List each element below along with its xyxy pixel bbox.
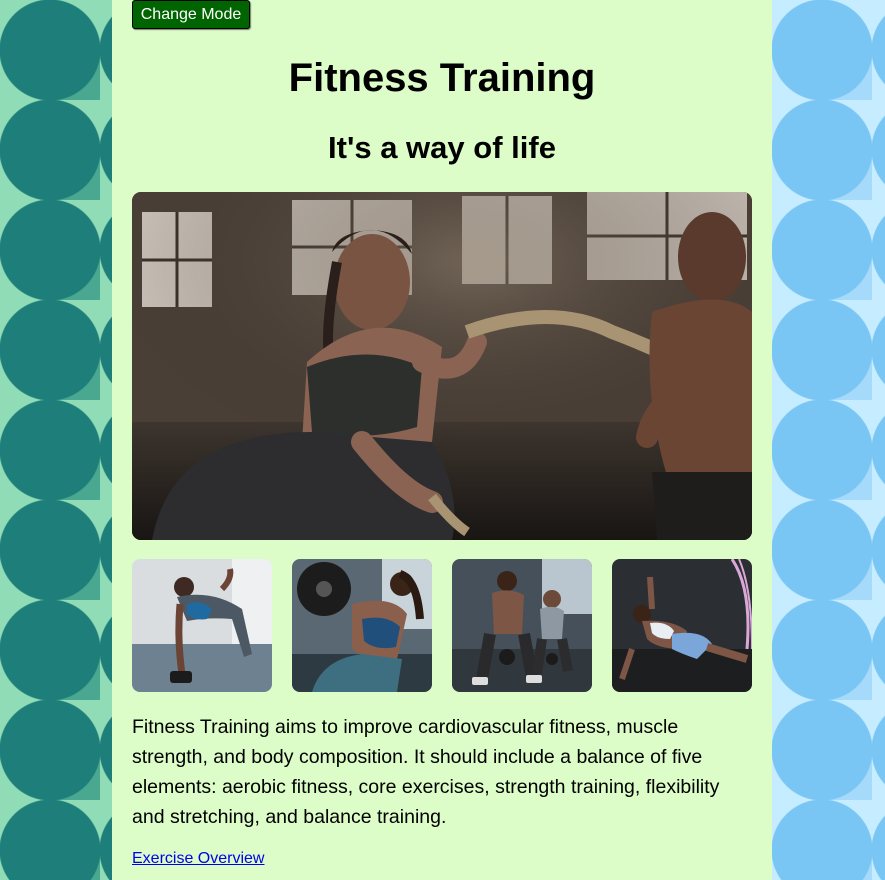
change-mode-button[interactable]: Change Mode [132,0,250,29]
woman-battle-ropes-photo [132,192,752,540]
kettlebell-swing-photo [452,559,592,692]
page-title: Fitness Training [288,56,596,100]
left-scale-pattern [0,0,112,880]
thumbnail-4 [612,559,752,692]
barbell-lunge-photo [292,559,432,692]
thumbnail-3 [452,559,592,692]
thumbnail-gallery [132,559,752,692]
content-panel: Change Mode Fitness Training It's a way … [112,0,772,880]
right-scale-pattern [772,0,885,880]
side-plank-reach-photo [612,559,752,692]
hero-image [132,192,752,540]
side-plank-dumbbell-photo [132,559,272,692]
thumbnail-2 [292,559,432,692]
thumbnail-1 [132,559,272,692]
exercise-overview-link[interactable]: Exercise Overview [132,850,264,868]
page-subtitle: It's a way of life [328,130,556,165]
description-paragraph: Fitness Training aims to improve cardiov… [132,716,720,828]
